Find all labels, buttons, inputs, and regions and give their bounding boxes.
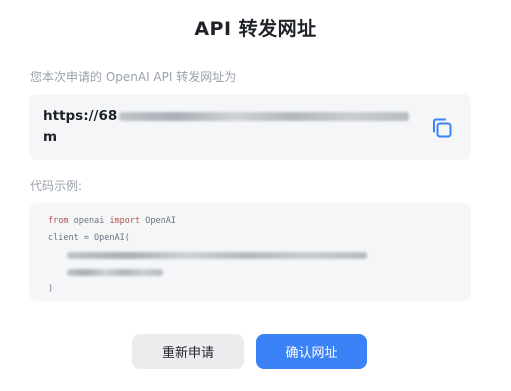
url-visible-prefix: https://68 [43, 108, 118, 124]
code-line-base-url [48, 247, 367, 264]
code-module: openai [68, 216, 110, 226]
url-redacted-part [119, 112, 410, 121]
code-class: OpenAI [140, 216, 176, 226]
url-display-box: https://68 m [29, 94, 471, 160]
code-line-api-key [48, 264, 367, 281]
code-keyword-from: from [48, 216, 69, 226]
code-block: from openai import OpenAI client = OpenA… [48, 213, 367, 298]
url-visible-suffix: m [43, 129, 58, 145]
code-example-label: 代码示例: [30, 179, 83, 193]
dialog-title: API 转发网址 [194, 18, 317, 40]
url-text[interactable]: https://68 m [43, 106, 413, 148]
confirm-url-button[interactable]: 确认网址 [256, 334, 367, 369]
reapply-button[interactable]: 重新申请 [132, 334, 244, 369]
url-label: 您本次申请的 OpenAI API 转发网址为 [30, 70, 237, 84]
code-line-client: client = OpenAI( [48, 233, 130, 243]
code-example-box: from openai import OpenAI client = OpenA… [29, 203, 471, 301]
code-keyword-import: import [109, 216, 141, 226]
code-redacted-base-url [67, 252, 367, 259]
copy-icon[interactable] [429, 115, 455, 141]
code-redacted-api-key [67, 269, 163, 276]
copy-icon-svg [433, 118, 452, 138]
api-url-dialog: API 转发网址 您本次申请的 OpenAI API 转发网址为 https:/… [0, 0, 511, 391]
code-line-close: ) [48, 284, 54, 294]
code-line-import: from openai import OpenAI [48, 213, 367, 230]
